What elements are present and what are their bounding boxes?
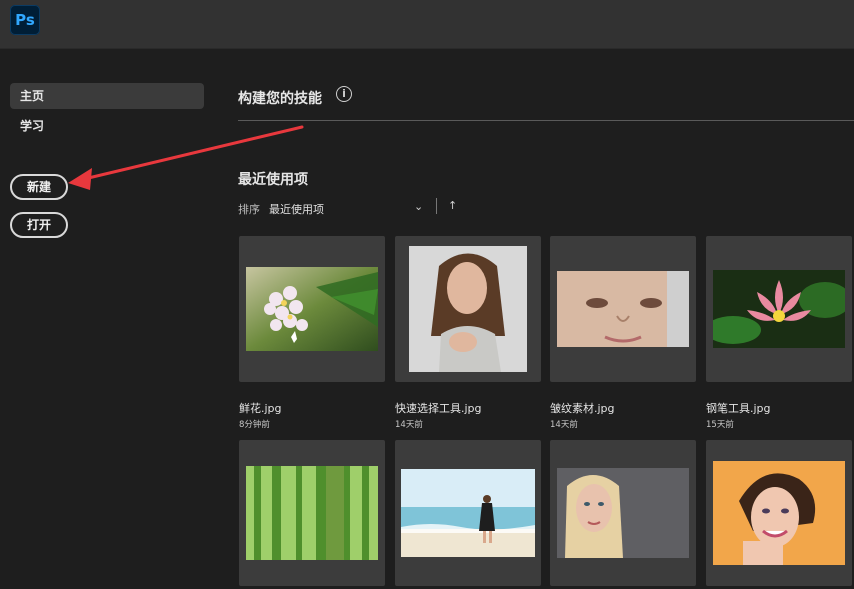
chevron-down-icon[interactable]: ⌄ [414,200,423,213]
file-time: 15天前 [706,420,734,430]
file-time: 14天前 [550,420,578,430]
file-time: 8分钟前 [239,420,270,430]
file-card-blonde-portrait[interactable] [550,440,696,586]
file-name[interactable]: 快速选择工具.jpg [395,400,482,416]
sort-separator [436,198,437,214]
sidebar: 主页 学习 新建 打开 [0,48,215,589]
file-card-smiling-portrait[interactable] [706,440,852,586]
blonde-portrait-thumbnail [557,468,689,558]
recent-title: 最近使用项 [238,172,308,188]
face-thumbnail [557,271,689,347]
divider [238,120,854,121]
portrait-thumbnail [409,246,527,372]
sort-direction-icon[interactable]: ↑ [448,199,457,212]
file-card-wrinkles[interactable] [550,236,696,382]
file-card-beach[interactable] [395,440,541,586]
beach-thumbnail [401,469,535,557]
skills-heading: 构建您的技能 [238,91,322,107]
file-card-quick-select[interactable] [395,236,541,382]
sort-select[interactable]: 最近使用项 [269,201,324,217]
new-button[interactable]: 新建 [10,174,68,200]
open-button[interactable]: 打开 [10,212,68,238]
sidebar-item-home[interactable]: 主页 [10,83,204,109]
sort-label: 排序 [238,203,260,216]
photoshop-logo[interactable]: Ps [10,5,40,35]
smiling-portrait-thumbnail [713,461,845,565]
file-name[interactable]: 鲜花.jpg [239,400,282,416]
file-name[interactable]: 皱纹素材.jpg [550,400,615,416]
info-icon[interactable]: i [336,86,352,102]
lotus-thumbnail [713,270,845,348]
sidebar-item-learn[interactable]: 学习 [10,113,204,139]
file-time: 14天前 [395,420,423,430]
title-bar: Ps [0,0,854,49]
flower-thumbnail [246,267,378,351]
bamboo-thumbnail [246,466,378,560]
file-name[interactable]: 钢笔工具.jpg [706,400,771,416]
file-card-pen-tool[interactable] [706,236,852,382]
file-card-flower[interactable] [239,236,385,382]
home-content: 构建您的技能 i 最近使用项 排序 最近使用项 ⌄ ↑ 鲜花.jpg 8分钟前 … [238,48,854,589]
file-card-bamboo[interactable] [239,440,385,586]
